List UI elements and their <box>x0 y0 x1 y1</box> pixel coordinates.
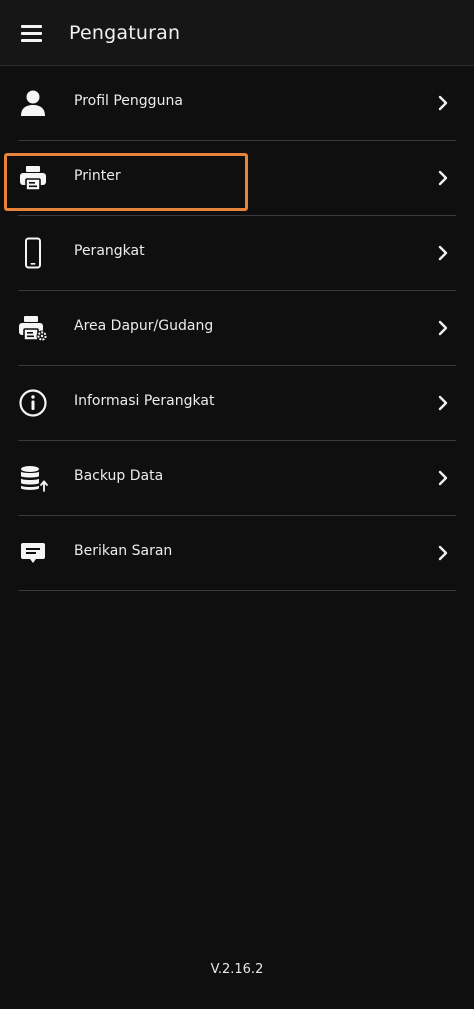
smartphone-icon <box>16 236 50 270</box>
menu-item-label: Printer <box>74 168 121 184</box>
settings-menu: Profil Pengguna Printer Perangkat Area D… <box>0 66 474 591</box>
menu-item-informasi-perangkat[interactable]: Informasi Perangkat <box>0 366 474 441</box>
menu-item-label: Informasi Perangkat <box>74 393 215 409</box>
menu-item-label: Profil Pengguna <box>74 93 183 109</box>
printer-settings-icon <box>16 311 50 345</box>
divider <box>18 590 456 591</box>
menu-item-perangkat[interactable]: Perangkat <box>0 216 474 291</box>
menu-item-berikan-saran[interactable]: Berikan Saran <box>0 516 474 591</box>
chevron-right-icon <box>438 170 448 186</box>
chevron-right-icon <box>438 245 448 261</box>
page-title: Pengaturan <box>69 22 181 44</box>
app-version: V.2.16.2 <box>210 962 264 977</box>
chevron-right-icon <box>438 320 448 336</box>
menu-item-area-dapur-gudang[interactable]: Area Dapur/Gudang <box>0 291 474 366</box>
hamburger-menu-icon[interactable] <box>19 22 45 44</box>
info-icon <box>16 386 50 420</box>
printer-icon <box>16 161 50 195</box>
chevron-right-icon <box>438 470 448 486</box>
database-upload-icon <box>16 461 50 495</box>
menu-item-label: Perangkat <box>74 243 145 259</box>
menu-item-label: Area Dapur/Gudang <box>74 318 214 334</box>
menu-item-backup-data[interactable]: Backup Data <box>0 441 474 516</box>
menu-item-label: Backup Data <box>74 468 164 484</box>
top-app-bar: Pengaturan <box>0 0 474 66</box>
feedback-icon <box>16 536 50 570</box>
chevron-right-icon <box>438 395 448 411</box>
user-icon <box>16 86 50 120</box>
menu-item-profil-pengguna[interactable]: Profil Pengguna <box>0 66 474 141</box>
chevron-right-icon <box>438 95 448 111</box>
menu-item-label: Berikan Saran <box>74 543 173 559</box>
chevron-right-icon <box>438 545 448 561</box>
menu-item-printer[interactable]: Printer <box>0 141 474 216</box>
